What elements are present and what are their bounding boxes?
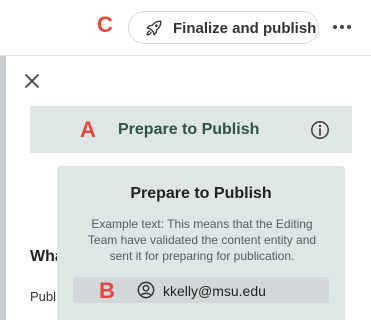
assigned-user-chip: B kkelly@msu.edu (73, 277, 329, 303)
prepare-to-publish-tooltip: Prepare to Publish Example text: This me… (57, 166, 345, 320)
annotation-marker-c: C (97, 12, 113, 37)
tooltip-title: Prepare to Publish (130, 185, 272, 202)
annotation-marker-b: B (99, 278, 115, 303)
annotation-marker-a: A (80, 117, 96, 142)
more-options-icon[interactable] (331, 19, 353, 35)
publish-button-label: Finalize and publish (173, 20, 317, 37)
section-text: Publ (30, 289, 57, 304)
prepare-to-publish-title: Prepare to Publish (118, 121, 260, 138)
user-email: kkelly@msu.edu (163, 283, 266, 299)
user-circle-icon (137, 281, 155, 299)
close-icon[interactable] (24, 73, 40, 89)
info-icon[interactable] (310, 120, 330, 140)
rocket-icon (146, 20, 162, 36)
tooltip-description: Example text: This means that the Editin… (87, 217, 317, 263)
prepare-to-publish-bar[interactable]: A Prepare to Publish (30, 106, 352, 153)
finalize-and-publish-button[interactable]: Finalize and publish (128, 11, 319, 44)
top-toolbar: C Finalize and publish (0, 0, 371, 56)
